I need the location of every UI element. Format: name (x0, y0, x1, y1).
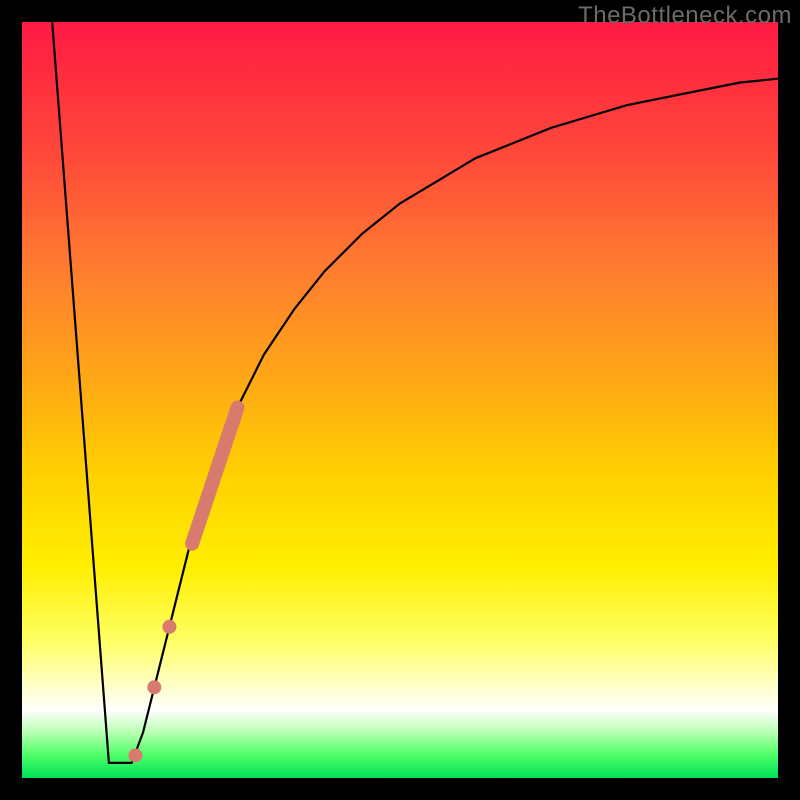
curve-left (52, 22, 109, 763)
watermark-text: TheBottleneck.com (578, 2, 792, 30)
marker-dot-3 (128, 748, 142, 762)
marker-dot-2 (147, 680, 161, 694)
marker-dot-1 (162, 620, 176, 634)
curve-layer (22, 22, 778, 778)
plot-area (22, 22, 778, 778)
chart-frame: TheBottleneck.com (0, 0, 800, 800)
highlight-segment (192, 408, 237, 544)
